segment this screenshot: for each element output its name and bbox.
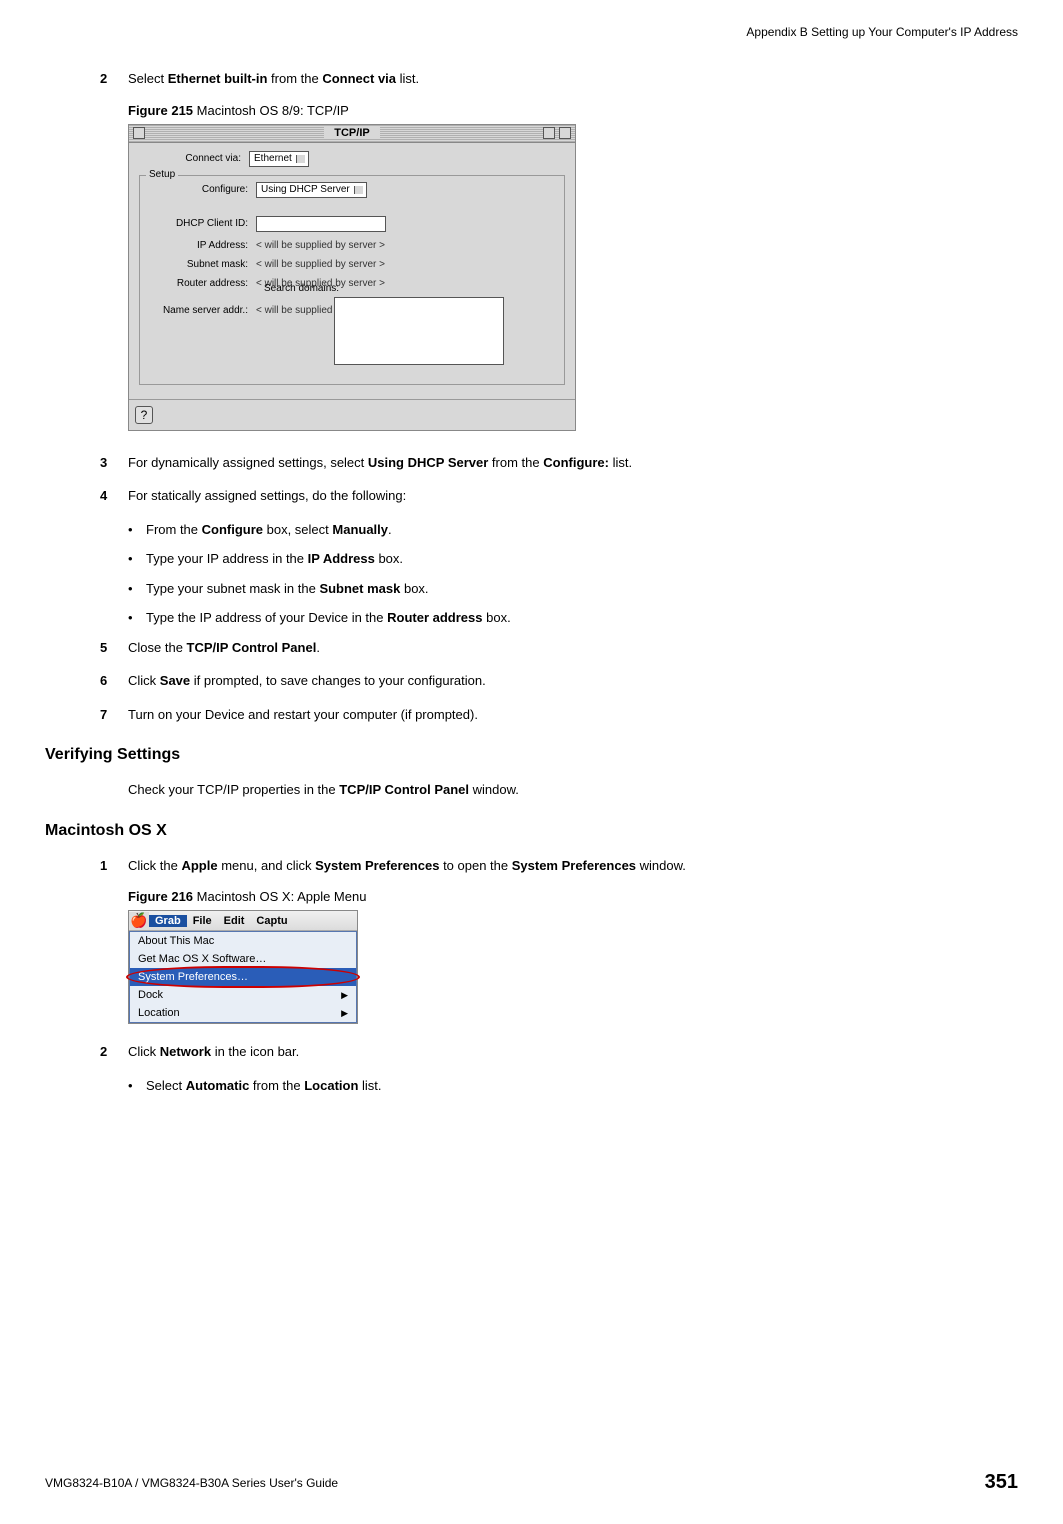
footer-guide-name: VMG8324-B10A / VMG8324-B30A Series User'… xyxy=(45,1476,338,1490)
tcpip-dialog: TCP/IP Connect via: Ethernet Setup Confi… xyxy=(128,124,576,431)
router-address-label: Router address: xyxy=(146,278,256,289)
step-text: For dynamically assigned settings, selec… xyxy=(128,453,1008,473)
appendix-title: Appendix B Setting up Your Computer's IP… xyxy=(746,25,1018,39)
close-box-icon[interactable] xyxy=(133,127,145,139)
page-number: 351 xyxy=(985,1471,1018,1494)
step-text: Click Network in the icon bar. xyxy=(128,1042,1008,1062)
configure-select[interactable]: Using DHCP Server xyxy=(256,182,367,198)
osx-step-2: 2 Click Network in the icon bar. xyxy=(100,1042,1008,1062)
help-button[interactable]: ? xyxy=(135,406,153,424)
figure-216-caption: Figure 216 Macintosh OS X: Apple Menu xyxy=(128,889,1008,904)
menu-location[interactable]: Location▶ xyxy=(130,1004,356,1022)
bullet-dot-icon: • xyxy=(128,520,146,540)
step-4: 4 For statically assigned settings, do t… xyxy=(100,486,1008,506)
collapse-box-icon[interactable] xyxy=(559,127,571,139)
menubar-capture[interactable]: Captu xyxy=(250,915,293,927)
verifying-settings-heading: Verifying Settings xyxy=(45,746,1008,764)
menu-about-this-mac[interactable]: About This Mac xyxy=(130,932,356,950)
tcpip-titlebar: TCP/IP xyxy=(129,125,575,143)
menu-system-preferences[interactable]: System Preferences… xyxy=(130,968,356,986)
menu-get-mac-osx-software[interactable]: Get Mac OS X Software… xyxy=(130,950,356,968)
step-text: Click Save if prompted, to save changes … xyxy=(128,671,1008,691)
osx-step-1: 1 Click the Apple menu, and click System… xyxy=(100,856,1008,876)
connect-via-select[interactable]: Ethernet xyxy=(249,151,309,167)
step-7: 7 Turn on your Device and restart your c… xyxy=(100,705,1008,725)
setup-frame: Setup Configure: Using DHCP Server DHCP … xyxy=(139,175,565,385)
menubar: 🍎 Grab File Edit Captu xyxy=(129,911,357,931)
step-number: 1 xyxy=(100,856,128,876)
apple-menu-dropdown: About This Mac Get Mac OS X Software… Sy… xyxy=(129,931,357,1023)
tcpip-title: TCP/IP xyxy=(324,127,379,139)
bullet-item: • Type the IP address of your Device in … xyxy=(128,608,1008,628)
setup-frame-label: Setup xyxy=(146,169,178,180)
step-number: 2 xyxy=(100,69,128,89)
figure-215-caption: Figure 215 Macintosh OS 8/9: TCP/IP xyxy=(128,103,1008,118)
bullet-dot-icon: • xyxy=(128,608,146,628)
step-number: 6 xyxy=(100,671,128,691)
step-2: 2 Select Ethernet built-in from the Conn… xyxy=(100,69,1008,89)
apple-logo-icon[interactable]: 🍎 xyxy=(129,912,149,929)
ip-address-label: IP Address: xyxy=(146,240,256,251)
step-number: 2 xyxy=(100,1042,128,1062)
step-number: 7 xyxy=(100,705,128,725)
dhcp-client-id-label: DHCP Client ID: xyxy=(146,218,256,229)
bullet-item: • Type your subnet mask in the Subnet ma… xyxy=(128,579,1008,599)
step-number: 5 xyxy=(100,638,128,658)
page-header-section: Appendix B Setting up Your Computer's IP… xyxy=(45,20,1018,39)
step-text: Close the TCP/IP Control Panel. xyxy=(128,638,1008,658)
submenu-arrow-icon: ▶ xyxy=(341,1008,348,1019)
bullet-item: • From the Configure box, select Manuall… xyxy=(128,520,1008,540)
verifying-paragraph: Check your TCP/IP properties in the TCP/… xyxy=(128,780,1008,800)
step-text: Turn on your Device and restart your com… xyxy=(128,705,1008,725)
submenu-arrow-icon: ▶ xyxy=(341,990,348,1001)
search-domains-input[interactable] xyxy=(334,297,504,365)
page-footer: VMG8324-B10A / VMG8324-B30A Series User'… xyxy=(45,1471,1018,1494)
menubar-grab[interactable]: Grab xyxy=(149,915,187,927)
bullet-item: • Type your IP address in the IP Address… xyxy=(128,549,1008,569)
dhcp-client-id-input[interactable] xyxy=(256,216,386,232)
step-text: Select Ethernet built-in from the Connec… xyxy=(128,69,1008,89)
step-6: 6 Click Save if prompted, to save change… xyxy=(100,671,1008,691)
bullet-dot-icon: • xyxy=(128,579,146,599)
name-server-label: Name server addr.: xyxy=(146,305,256,316)
apple-menu-screenshot: 🍎 Grab File Edit Captu About This Mac Ge… xyxy=(128,910,358,1024)
step-3: 3 For dynamically assigned settings, sel… xyxy=(100,453,1008,473)
menu-dock[interactable]: Dock▶ xyxy=(130,986,356,1004)
ip-address-value: < will be supplied by server > xyxy=(256,240,385,251)
bullet-dot-icon: • xyxy=(128,1076,146,1096)
step-5: 5 Close the TCP/IP Control Panel. xyxy=(100,638,1008,658)
menubar-file[interactable]: File xyxy=(187,915,218,927)
step-text: For statically assigned settings, do the… xyxy=(128,486,1008,506)
configure-label: Configure: xyxy=(146,184,256,195)
step-number: 3 xyxy=(100,453,128,473)
bullet-item: • Select Automatic from the Location lis… xyxy=(128,1076,1008,1096)
search-domains-label: Search domains: xyxy=(264,283,339,294)
step-number: 4 xyxy=(100,486,128,506)
menubar-edit[interactable]: Edit xyxy=(218,915,251,927)
bullet-dot-icon: • xyxy=(128,549,146,569)
subnet-mask-value: < will be supplied by server > xyxy=(256,259,385,270)
zoom-box-icon[interactable] xyxy=(543,127,555,139)
connect-via-label: Connect via: xyxy=(139,153,249,164)
subnet-mask-label: Subnet mask: xyxy=(146,259,256,270)
macintosh-osx-heading: Macintosh OS X xyxy=(45,822,1008,840)
step-text: Click the Apple menu, and click System P… xyxy=(128,856,1008,876)
